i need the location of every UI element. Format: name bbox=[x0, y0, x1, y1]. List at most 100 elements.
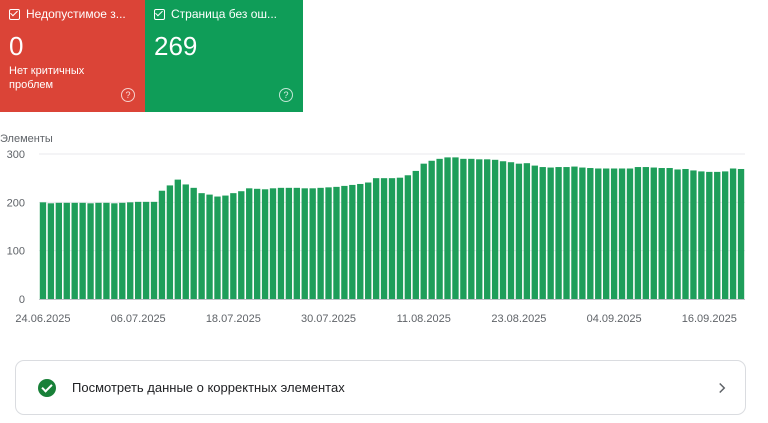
bar bbox=[515, 163, 523, 299]
bar bbox=[127, 202, 134, 299]
bar bbox=[539, 167, 546, 299]
bar bbox=[706, 171, 713, 299]
valid-items-label: Страница без ош... bbox=[171, 7, 278, 21]
bar bbox=[39, 202, 47, 299]
bar bbox=[404, 175, 412, 299]
bar bbox=[103, 202, 110, 299]
bar bbox=[206, 194, 213, 299]
bar bbox=[277, 187, 285, 299]
bar bbox=[142, 201, 150, 299]
view-valid-items-link[interactable]: Посмотреть данные о корректных элементах bbox=[15, 360, 746, 415]
invalid-items-count: 0 bbox=[9, 31, 24, 61]
x-tick-label: 30.07.2025 bbox=[301, 313, 356, 325]
bar bbox=[682, 168, 689, 299]
bar bbox=[79, 202, 86, 299]
bar bbox=[190, 187, 197, 299]
checkbox-icon[interactable] bbox=[9, 8, 20, 20]
bar bbox=[460, 158, 467, 299]
invalid-items-subtitle: Нет критичных проблем bbox=[9, 65, 85, 91]
checkbox-icon[interactable] bbox=[154, 8, 165, 20]
bar bbox=[698, 171, 705, 299]
bar bbox=[301, 188, 308, 299]
help-icon[interactable]: ? bbox=[279, 88, 293, 102]
bar bbox=[666, 168, 673, 299]
help-icon[interactable]: ? bbox=[121, 88, 135, 102]
bar bbox=[47, 203, 55, 299]
bar bbox=[428, 160, 435, 299]
bar bbox=[182, 184, 189, 299]
x-tick-label: 24.06.2025 bbox=[15, 313, 70, 325]
bar bbox=[357, 183, 364, 299]
valid-items-card[interactable]: Страница без ош... 269 ? bbox=[145, 0, 303, 112]
y-tick-label: 300 bbox=[7, 149, 25, 161]
bar bbox=[618, 168, 626, 299]
y-tick-label: 200 bbox=[7, 197, 25, 209]
valid-items-header: Страница без ош... bbox=[154, 7, 294, 21]
x-tick-label: 16.09.2025 bbox=[682, 313, 737, 325]
y-tick-label: 0 bbox=[19, 294, 25, 306]
bar bbox=[166, 185, 174, 299]
bar bbox=[87, 203, 94, 299]
bar bbox=[388, 178, 396, 299]
bar bbox=[523, 163, 531, 299]
bar bbox=[634, 167, 642, 299]
bar bbox=[571, 166, 578, 299]
bar bbox=[547, 167, 554, 299]
bar bbox=[650, 167, 657, 299]
bar bbox=[484, 159, 491, 299]
bar bbox=[63, 202, 70, 299]
bar bbox=[317, 187, 324, 299]
bar bbox=[119, 202, 126, 299]
bar bbox=[325, 187, 332, 299]
bar bbox=[436, 158, 443, 299]
x-tick-label: 11.08.2025 bbox=[397, 313, 451, 325]
x-tick-label: 04.09.2025 bbox=[587, 313, 642, 325]
bar bbox=[658, 168, 665, 299]
bar bbox=[71, 202, 78, 299]
bar bbox=[491, 159, 499, 299]
items-bar-chart: Элементы 0 100 200 300 24.06.2025 06.07.2025 18… bbox=[0, 133, 745, 325]
bar bbox=[729, 168, 737, 299]
bar bbox=[674, 169, 681, 299]
bar bbox=[365, 182, 372, 299]
bar bbox=[253, 188, 261, 299]
y-tick-label: 100 bbox=[7, 246, 25, 258]
bar bbox=[452, 157, 459, 299]
bar bbox=[587, 168, 594, 299]
x-tick-label: 18.07.2025 bbox=[206, 313, 261, 325]
bar bbox=[595, 168, 602, 299]
bar bbox=[444, 157, 451, 299]
y-axis-title: Элементы bbox=[0, 133, 53, 145]
bar bbox=[285, 187, 293, 299]
bar bbox=[198, 193, 205, 299]
bar bbox=[579, 167, 586, 299]
bar bbox=[468, 158, 475, 299]
bar bbox=[95, 202, 102, 299]
bar bbox=[174, 179, 181, 299]
x-tick-label: 23.08.2025 bbox=[491, 313, 546, 325]
bar bbox=[476, 159, 483, 299]
invalid-items-header: Недопустимое з... bbox=[9, 7, 136, 21]
bar bbox=[349, 184, 356, 299]
bar bbox=[714, 171, 721, 299]
bar bbox=[563, 167, 570, 299]
bar bbox=[380, 178, 388, 299]
bar bbox=[499, 161, 507, 299]
bar bbox=[246, 188, 253, 299]
bar bbox=[610, 168, 618, 299]
bar bbox=[737, 168, 745, 299]
invalid-items-label: Недопустимое з... bbox=[26, 7, 126, 21]
bar bbox=[134, 201, 142, 299]
bar bbox=[341, 185, 348, 299]
bar bbox=[626, 168, 634, 299]
bar bbox=[214, 196, 221, 299]
bar bbox=[531, 165, 538, 299]
bar bbox=[333, 186, 340, 299]
bar bbox=[293, 187, 300, 299]
bar bbox=[261, 189, 269, 299]
bar bbox=[150, 201, 158, 299]
invalid-items-card[interactable]: Недопустимое з... 0 Нет критичных пробле… bbox=[0, 0, 145, 112]
bar bbox=[396, 177, 404, 299]
bar bbox=[412, 170, 419, 299]
check-circle-icon bbox=[38, 378, 56, 397]
